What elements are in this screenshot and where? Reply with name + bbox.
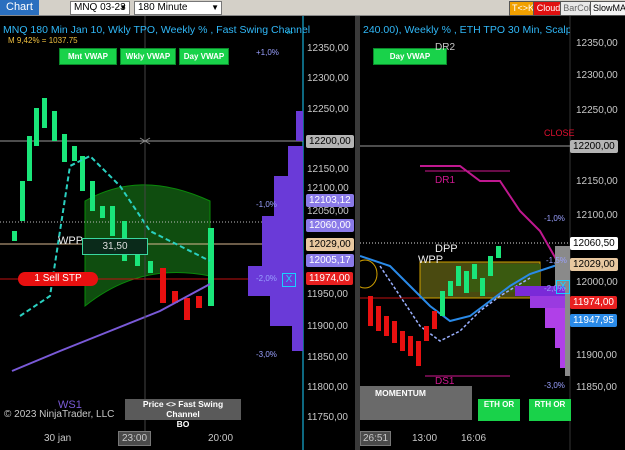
price-channel-label: Price <> Fast Swing Channel bbox=[142, 399, 224, 419]
pct-label: -1,5% bbox=[546, 256, 567, 265]
candle bbox=[90, 181, 95, 211]
candle bbox=[62, 134, 67, 162]
channel-line bbox=[11, 283, 211, 372]
left-chart-panel[interactable]: MNQ 180 Min Jan 10, Wkly TPO, Weekly % ,… bbox=[0, 16, 355, 450]
candle bbox=[72, 146, 77, 161]
candle bbox=[148, 261, 153, 273]
price-label: 12150,00 bbox=[576, 176, 618, 187]
rth-or-button[interactable]: RTH OR bbox=[529, 399, 571, 421]
collapse-arrows-icon[interactable]: ⇔ bbox=[284, 26, 295, 38]
time-label: 20:00 bbox=[208, 433, 234, 444]
right-chart-title: 240.00), Weekly % , ETH TPO 30 Min, Scal… bbox=[363, 24, 570, 36]
price-label: 11850,00 bbox=[307, 352, 348, 363]
interval-select[interactable]: 180 Minute ▼ bbox=[134, 1, 222, 15]
price-label: 11850,00 bbox=[576, 382, 617, 393]
price-label: 12350,00 bbox=[576, 38, 618, 49]
price-label: 12100,00 bbox=[576, 210, 618, 221]
pct-label: -1,0% bbox=[256, 200, 277, 209]
pct-label: -2,0% bbox=[256, 274, 277, 283]
price-label: 11800,00 bbox=[307, 382, 348, 393]
price-tag: 11974,00 bbox=[306, 272, 353, 285]
candle bbox=[160, 268, 166, 303]
instrument-value: MNQ 03-23 bbox=[74, 2, 126, 13]
day-vwap-button[interactable]: Day VWAP bbox=[179, 48, 229, 65]
wpp-label: WPP bbox=[58, 235, 84, 247]
price-label: 12250,00 bbox=[576, 105, 618, 116]
candle bbox=[100, 206, 105, 218]
price-tag: 12029,00 bbox=[570, 258, 618, 271]
candle bbox=[20, 181, 25, 221]
mnt-vwap-button[interactable]: Mnt VWAP bbox=[59, 48, 117, 65]
barcol-button[interactable]: BarCol bbox=[560, 1, 594, 16]
price-label: 11950,00 bbox=[307, 289, 348, 300]
time-label: 13:00 bbox=[412, 433, 438, 444]
price-label: 12250,00 bbox=[307, 104, 349, 115]
cancel-order-icon[interactable]: X bbox=[282, 273, 296, 287]
left-chart-title: MNQ 180 Min Jan 10, Wkly TPO, Weekly % ,… bbox=[3, 24, 311, 36]
price-tag: 12005,17 bbox=[306, 254, 354, 267]
highlight-circle bbox=[360, 259, 378, 289]
price-label: 12000,00 bbox=[576, 277, 618, 288]
eth-or-button[interactable]: ETH OR bbox=[478, 399, 520, 421]
price-tag: 12200,00 bbox=[306, 135, 354, 148]
pct-label: -3,0% bbox=[256, 350, 277, 359]
close-label: CLOSE bbox=[544, 128, 575, 138]
time-cursor-label: 26:51 bbox=[360, 431, 392, 446]
cancel-order-icon[interactable]: X bbox=[556, 280, 570, 294]
chevron-down-icon: ▼ bbox=[211, 3, 219, 12]
candle bbox=[52, 111, 57, 141]
price-label: 12150,00 bbox=[307, 164, 349, 175]
candle bbox=[34, 108, 39, 146]
time-label: 30 jan bbox=[44, 433, 72, 444]
price-tag: 12060,00 bbox=[306, 219, 354, 232]
wkly-vwap-button[interactable]: Wkly VWAP bbox=[120, 48, 176, 65]
candle bbox=[42, 98, 47, 128]
candle bbox=[196, 296, 202, 308]
price-channel-panel[interactable]: Price <> Fast Swing Channel BO bbox=[125, 399, 241, 429]
wpp-label: WPP bbox=[418, 254, 444, 266]
time-label: 16:06 bbox=[461, 433, 487, 444]
price-tag: 12200,00 bbox=[570, 140, 618, 153]
tpo-profile bbox=[248, 111, 303, 351]
price-label: 12100,00 bbox=[307, 183, 349, 194]
price-label: 12350,00 bbox=[307, 43, 349, 54]
price-label: 11900,00 bbox=[576, 350, 617, 361]
interval-value: 180 Minute bbox=[138, 2, 188, 13]
pct-label: -1,0% bbox=[544, 214, 565, 223]
candle bbox=[184, 298, 190, 320]
price-tag: 11947,95 bbox=[570, 314, 617, 327]
price-label: 12050,00 bbox=[307, 206, 349, 217]
price-tag: 12060,50 bbox=[570, 237, 618, 250]
toolbar: Chart MNQ 03-23 ▼ 180 Minute ▼ T<>K Clou… bbox=[0, 0, 625, 16]
measure-box: 31,50 bbox=[82, 238, 148, 255]
right-chart-panel[interactable]: 240.00), Weekly % , ETH TPO 30 Min, Scal… bbox=[360, 16, 625, 450]
left-chart-subtitle: M 9,42% = 1037.75 bbox=[8, 36, 78, 45]
momentum-panel[interactable]: MOMENTUM bbox=[360, 386, 472, 420]
copyright-text: © 2023 NinjaTrader, LLC bbox=[4, 409, 115, 420]
price-tag: 11974,00 bbox=[570, 296, 617, 309]
price-label: 11750,00 bbox=[307, 412, 348, 423]
pct-label: +1,0% bbox=[256, 48, 279, 57]
candle bbox=[110, 206, 115, 236]
instrument-select[interactable]: MNQ 03-23 ▼ bbox=[70, 1, 130, 15]
pct-label: -3,0% bbox=[544, 381, 565, 390]
bo-label: BO bbox=[176, 419, 190, 429]
left-chart-canvas[interactable] bbox=[0, 16, 355, 450]
chart-tab[interactable]: Chart bbox=[0, 0, 39, 15]
chevron-down-icon: ▼ bbox=[119, 3, 127, 12]
sell-stop-order[interactable]: 1 Sell STP bbox=[18, 272, 98, 286]
dr1-label: DR1 bbox=[435, 175, 456, 186]
price-label: 11900,00 bbox=[307, 321, 348, 332]
dr2-label: DR2 bbox=[435, 42, 456, 53]
price-tag: 12103,12 bbox=[306, 194, 354, 207]
time-cursor-label: 23:00 bbox=[118, 431, 152, 446]
candle bbox=[27, 136, 32, 181]
price-label: 12300,00 bbox=[307, 73, 349, 84]
candle bbox=[12, 231, 17, 241]
slowma-button[interactable]: SlowMA bbox=[590, 1, 625, 16]
price-label: 12300,00 bbox=[576, 70, 618, 81]
candle bbox=[208, 228, 214, 306]
price-tag: 12029,00 bbox=[306, 238, 354, 251]
